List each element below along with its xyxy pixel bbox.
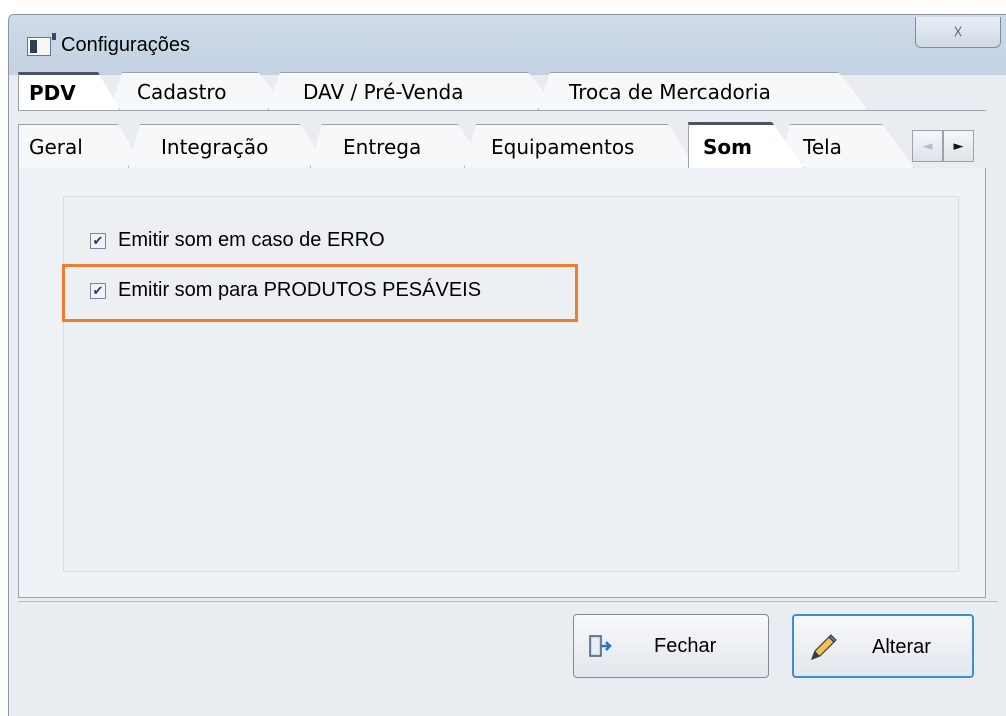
tab-label: PDV bbox=[29, 80, 76, 105]
tab-cadastro[interactable]: Cadastro bbox=[110, 72, 288, 110]
tab-troca-de-mercadoria[interactable]: Troca de Mercadoria bbox=[538, 72, 868, 110]
alterar-button[interactable]: Alterar bbox=[792, 614, 974, 678]
tab-label: Integração bbox=[161, 134, 269, 159]
tab-equipamentos[interactable]: Equipamentos bbox=[464, 124, 696, 168]
close-icon: ☓ bbox=[953, 21, 963, 43]
tab-entrega[interactable]: Entrega bbox=[310, 124, 486, 168]
tab-label: Entrega bbox=[343, 134, 422, 159]
title-bar: Configurações ☓ bbox=[9, 15, 1006, 75]
window-title: Configurações bbox=[61, 34, 190, 56]
tab-label: Geral bbox=[29, 134, 83, 159]
tab-pdv[interactable]: PDV bbox=[18, 72, 120, 110]
scroll-right-icon[interactable]: ► bbox=[943, 130, 974, 162]
footer-divider bbox=[18, 601, 998, 602]
close-button[interactable]: ☓ bbox=[915, 17, 1001, 48]
pencil-icon bbox=[810, 634, 837, 661]
scroll-left-icon[interactable]: ◄ bbox=[912, 130, 943, 162]
tab-label: Som bbox=[703, 134, 752, 159]
tab-label: Cadastro bbox=[137, 79, 227, 104]
tab-integracao[interactable]: Integração bbox=[128, 124, 328, 168]
option-label: Emitir som em caso de ERRO bbox=[118, 229, 385, 251]
checkbox[interactable]: ✔ bbox=[90, 232, 106, 249]
exit-door-icon bbox=[589, 635, 612, 657]
tab-label: Tela bbox=[803, 134, 842, 159]
button-label: Fechar bbox=[654, 635, 717, 657]
tab-som[interactable]: Som bbox=[688, 122, 804, 168]
tab-geral[interactable]: Geral bbox=[18, 124, 144, 168]
sub-tab-bar: Geral Integração Entrega Equipamentos So… bbox=[18, 122, 968, 168]
check-icon: ✔ bbox=[92, 233, 104, 248]
tab-label: Equipamentos bbox=[491, 134, 635, 159]
highlight-box bbox=[62, 264, 578, 322]
tab-label: DAV / Pré-Venda bbox=[303, 79, 464, 104]
tab-scroll-buttons: ◄ ► bbox=[912, 130, 974, 162]
window-icon bbox=[27, 33, 56, 56]
tab-divider bbox=[18, 110, 986, 111]
tab-label: Troca de Mercadoria bbox=[569, 79, 771, 104]
fechar-button[interactable]: Fechar bbox=[573, 614, 769, 678]
options-group bbox=[63, 196, 959, 572]
top-tab-bar: PDV Cadastro DAV / Pré-Venda Troca de Me… bbox=[18, 72, 868, 110]
tab-dav-pre-venda[interactable]: DAV / Pré-Venda bbox=[268, 72, 558, 110]
option-som-erro[interactable]: ✔ Emitir som em caso de ERRO bbox=[90, 229, 385, 252]
button-label: Alterar bbox=[872, 636, 931, 658]
